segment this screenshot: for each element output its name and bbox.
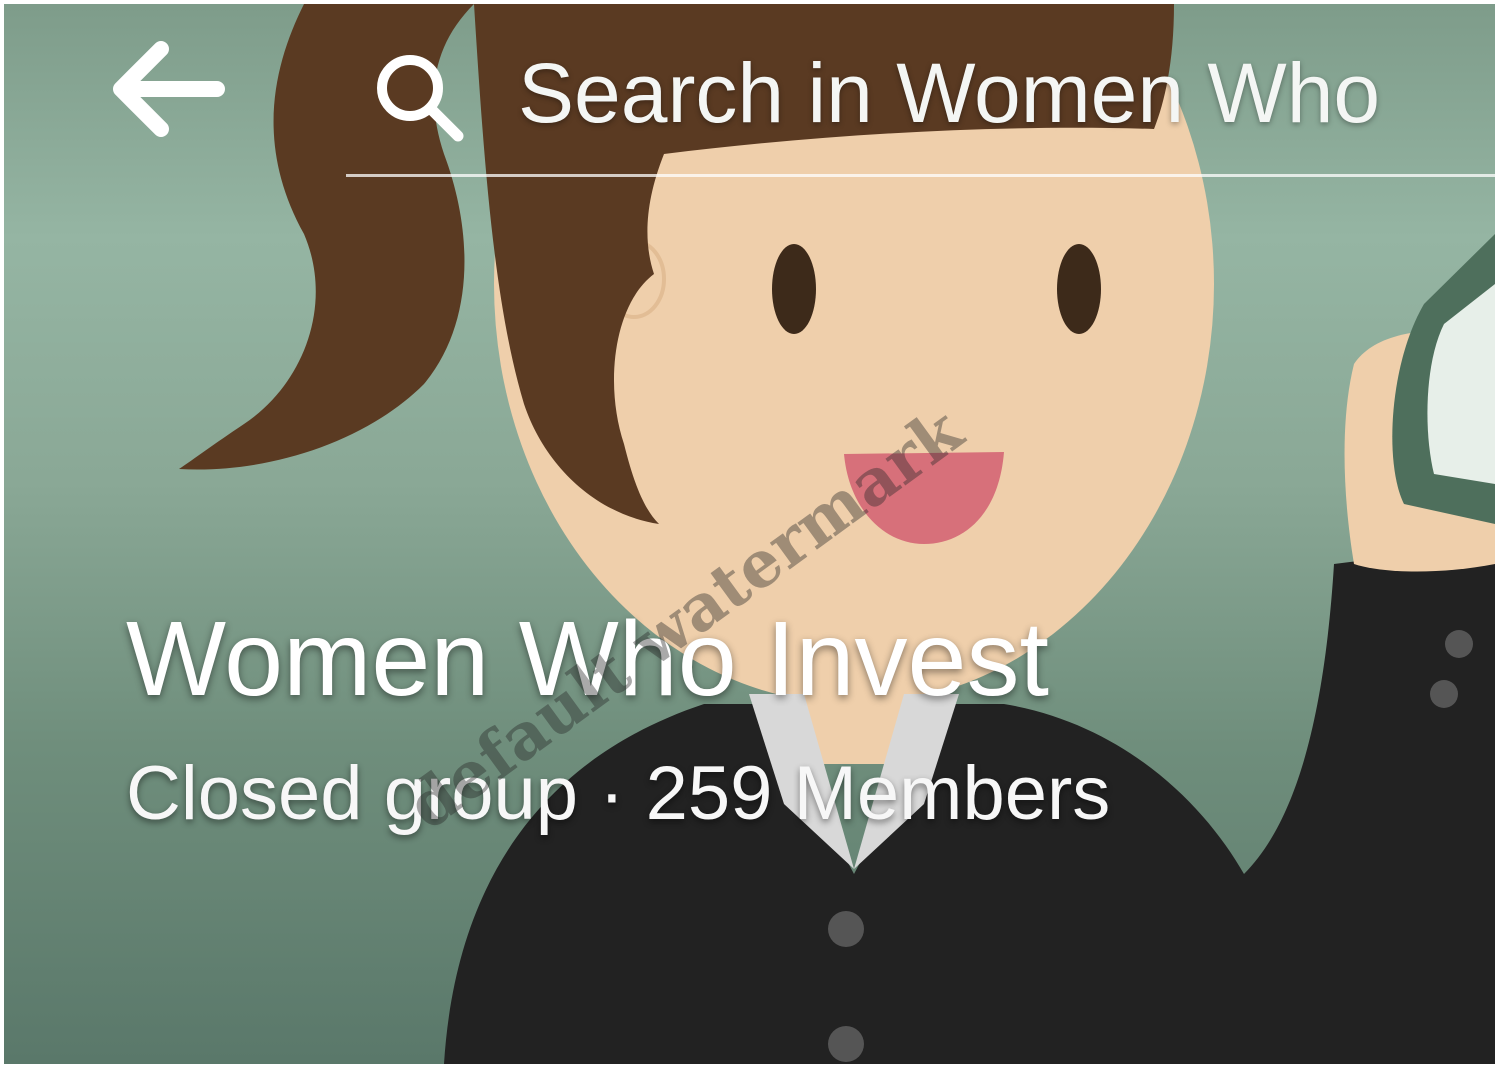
arrow-left-icon: [113, 41, 225, 137]
search-placeholder: Search in Women Who: [518, 46, 1381, 140]
jacket-button: [828, 1026, 864, 1062]
meta-separator: ·: [599, 751, 625, 836]
cuff-button: [1445, 630, 1473, 658]
back-button[interactable]: [102, 34, 232, 144]
right-eye: [1057, 244, 1101, 334]
group-name: Women Who Invest: [126, 600, 1049, 718]
member-count[interactable]: 259: [646, 751, 773, 836]
search-icon: [377, 55, 464, 142]
top-bar: Search in Women Who: [4, 4, 1495, 184]
cuff-button: [1430, 680, 1458, 708]
group-info: Closed group · 259 Members: [126, 744, 1110, 844]
search-underline: [346, 174, 1495, 177]
group-cover-screen: Search in Women Who Women Who Invest Clo…: [4, 4, 1495, 1064]
left-eye: [772, 244, 816, 334]
jacket-button: [828, 911, 864, 947]
search-input[interactable]: Search in Women Who: [346, 24, 1495, 177]
members-label[interactable]: Members: [794, 751, 1111, 836]
group-privacy: Closed group: [126, 751, 579, 836]
